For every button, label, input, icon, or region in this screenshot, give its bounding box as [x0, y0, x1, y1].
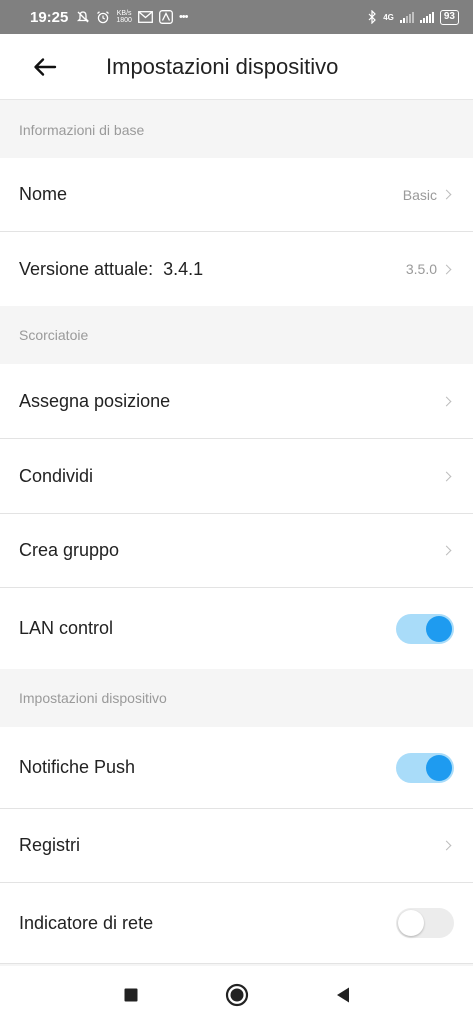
speed-label-bottom: 1800	[116, 17, 132, 24]
row-name-right: Basic	[403, 187, 454, 203]
toggle-knob	[426, 615, 452, 642]
row-create-group[interactable]: Crea gruppo	[0, 514, 473, 588]
row-share[interactable]: Condividi	[0, 439, 473, 514]
bluetooth-icon	[368, 10, 377, 24]
lan-control-toggle[interactable]	[396, 613, 454, 644]
home-circle-icon	[225, 983, 248, 1007]
chevron-right-icon	[441, 840, 452, 851]
app-bar: Impostazioni dispositivo	[0, 34, 473, 100]
network-type: 4G	[383, 12, 394, 22]
row-logs-right	[441, 840, 454, 851]
row-assign-position[interactable]: Assegna posizione	[0, 364, 473, 439]
section-header-device: Impostazioni dispositivo	[0, 669, 473, 727]
row-push-label: Notifiche Push	[19, 757, 136, 777]
signal-icon-1	[399, 11, 414, 23]
recents-square-icon	[124, 988, 137, 1002]
chevron-right-icon	[441, 264, 452, 274]
data-speed-icon: KB/s 1800	[116, 10, 132, 24]
row-assign-label: Assegna posizione	[19, 390, 171, 411]
row-logs[interactable]: Registri	[0, 809, 473, 883]
section-header-basic: Informazioni di base	[0, 101, 473, 158]
signal-icon-2	[419, 11, 434, 23]
row-name[interactable]: Nome Basic	[0, 158, 473, 232]
row-logs-label: Registri	[19, 835, 81, 855]
row-lan-label: LAN control	[19, 618, 114, 638]
chevron-right-icon	[441, 471, 452, 481]
status-bar: 19:25 KB/s 1800 ••• 4G 93	[0, 0, 473, 34]
row-version-right: 3.5.0	[406, 261, 454, 277]
gmail-icon	[138, 11, 153, 23]
row-name-label: Nome	[19, 184, 68, 204]
home-button[interactable]	[222, 980, 252, 1010]
nav-back-button[interactable]	[328, 980, 358, 1010]
toggle-knob	[398, 910, 424, 936]
row-share-right	[441, 471, 454, 481]
app-icon	[159, 10, 173, 24]
row-network-indicator: Indicatore di rete	[0, 883, 473, 964]
more-dots-icon: •••	[178, 11, 189, 23]
arrow-left-icon	[34, 57, 57, 76]
row-indicator-label: Indicatore di rete	[19, 912, 154, 933]
row-name-value: Basic	[402, 186, 437, 203]
row-group-label: Crea gruppo	[19, 540, 120, 560]
status-time: 19:25	[30, 8, 69, 26]
toggle-knob	[426, 754, 452, 781]
back-button[interactable]	[18, 40, 72, 94]
row-share-label: Condividi	[19, 465, 94, 486]
row-version-value: 3.5.0	[405, 261, 437, 277]
row-push-notifications: Notifiche Push	[0, 727, 473, 809]
battery-icon: 93	[439, 9, 459, 25]
chevron-right-icon	[441, 189, 452, 200]
battery-level: 93	[443, 11, 455, 22]
row-group-right	[441, 545, 454, 556]
alarm-icon	[97, 11, 110, 24]
speed-label-top: KB/s	[116, 10, 132, 17]
row-version-label: Versione attuale: 3.4.1	[19, 258, 204, 279]
mute-icon	[77, 11, 90, 23]
row-version[interactable]: Versione attuale: 3.4.1 3.5.0	[0, 232, 473, 306]
chevron-right-icon	[441, 545, 452, 556]
recents-button[interactable]	[116, 980, 146, 1010]
push-notifications-toggle[interactable]	[396, 752, 454, 783]
row-assign-right	[441, 396, 454, 406]
back-triangle-icon	[336, 987, 349, 1003]
network-indicator-toggle[interactable]	[396, 908, 454, 938]
row-lan-control: LAN control	[0, 588, 473, 669]
chevron-right-icon	[441, 396, 452, 406]
page-title: Impostazioni dispositivo	[106, 53, 339, 79]
status-icons-left: KB/s 1800 •••	[76, 10, 189, 24]
section-header-shortcuts: Scorciatoie	[0, 306, 473, 364]
status-icons-right: 4G 93	[367, 9, 459, 25]
system-nav-bar	[0, 966, 473, 1024]
